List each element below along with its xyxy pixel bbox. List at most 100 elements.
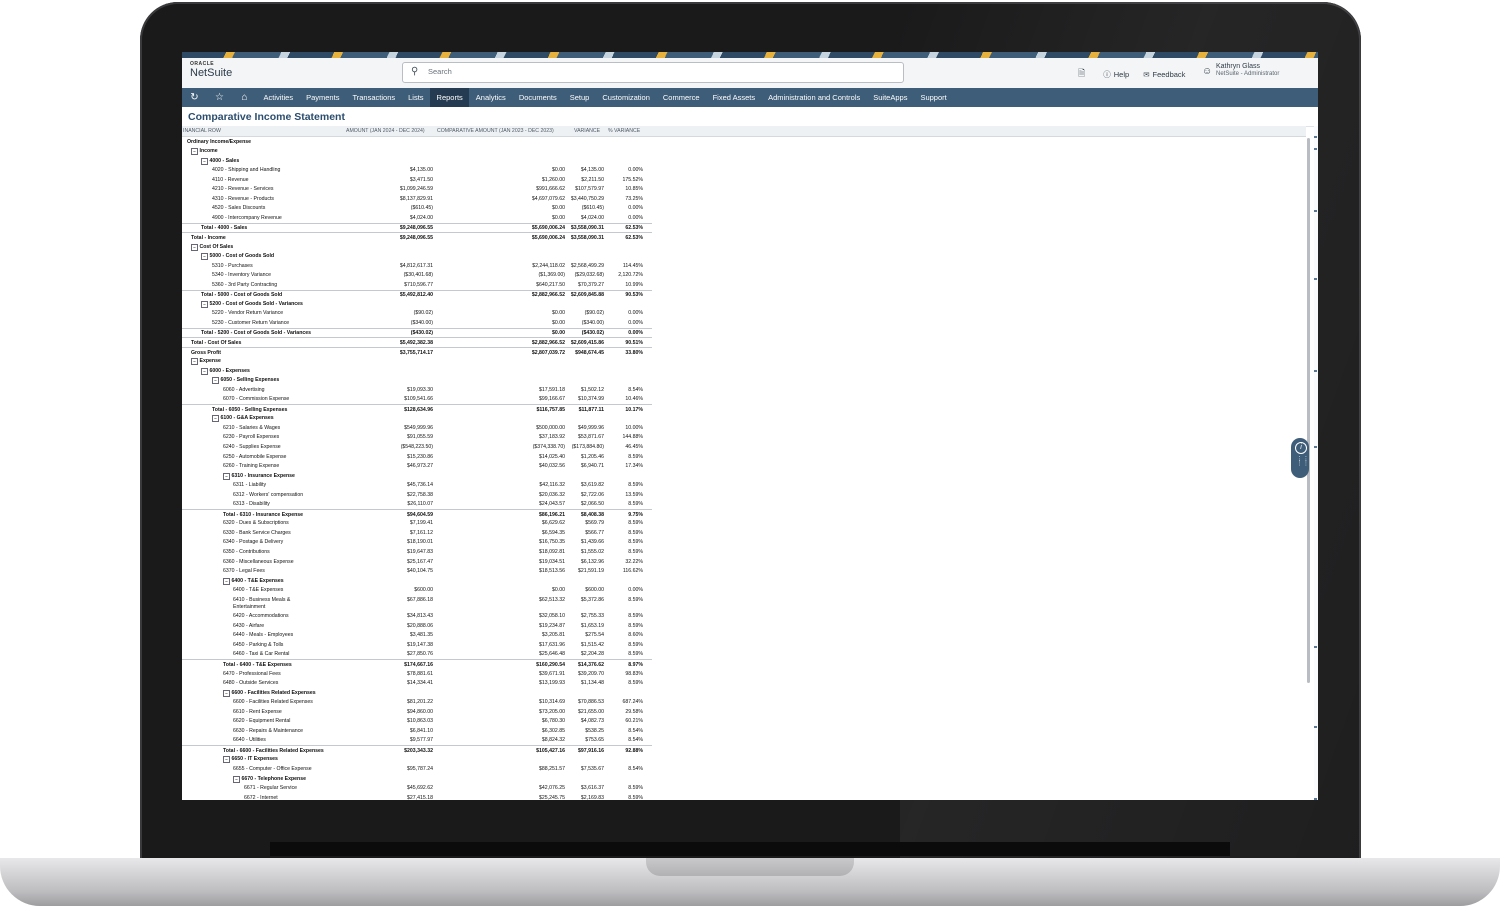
comparative-cell[interactable]: $24,043.57 [539,501,565,507]
report-row[interactable]: 6420 - Accommodations $34,813.43 $32,058.1… [182,612,652,622]
amount-cell[interactable]: $4,812,617.31 [400,263,433,269]
report-row[interactable]: 6370 - Legal Fees $40,104.75 $18,513.56 $21… [182,567,652,577]
report-row[interactable]: 6470 - Professional Fees $78,881.61 $39,67… [182,669,652,679]
amount-cell[interactable]: $26,110.07 [407,501,433,507]
amount-cell[interactable]: ($430.02) [411,330,433,336]
report-total-row[interactable]: Total - 6050 - Selling Expenses $128,634.… [182,404,652,414]
variance-cell[interactable]: ($90.02) [585,310,604,316]
amount-cell[interactable]: $40,104.75 [407,568,433,574]
variance-cell[interactable]: $3,558,090.31 [571,235,604,241]
variance-cell[interactable]: $97,916.16 [578,748,604,754]
collapse-toggle-icon[interactable]: − [191,358,198,366]
report-row[interactable]: 4110 - Revenue $3,471.50 $1,260.00 $2,211.5… [182,175,652,185]
comparative-cell[interactable]: $99,166.67 [539,396,565,402]
report-row[interactable]: 6430 - Airfare $20,888.06 $19,234.87 $1,653… [182,621,652,631]
amount-cell[interactable]: $7,199.41 [410,520,433,526]
report-scrollbar[interactable] [1307,138,1310,683]
amount-cell[interactable]: $25,167.47 [407,559,433,565]
comparative-cell[interactable]: $73,205.00 [539,709,565,715]
comparative-cell[interactable]: $13,199.93 [539,680,565,686]
comparative-cell[interactable]: $25,245.75 [539,795,565,800]
report-row[interactable]: 4310 - Revenue - Products $8,137,829.91 $4… [182,194,652,204]
report-row[interactable]: 6410 - Business Meals & Entertainment $67… [182,595,652,612]
variance-cell[interactable]: $49,999.96 [578,425,604,431]
amount-cell[interactable]: $91,055.59 [407,434,433,440]
comparative-cell[interactable]: $2,807,039.72 [532,350,565,356]
comparative-cell[interactable]: ($374,338.70) [533,444,565,450]
comparative-cell[interactable]: $500,000.00 [536,425,565,431]
variance-cell[interactable]: $53,871.67 [578,434,604,440]
comparative-cell[interactable]: $18,513.56 [539,568,565,574]
variance-cell[interactable]: $3,616.37 [581,785,604,791]
report-row[interactable]: 6320 - Dues & Subscriptions $7,199.41 $6,6… [182,519,652,529]
netsuite-logo[interactable]: ORACLE NetSuite [190,62,232,79]
comparative-cell[interactable]: $991,666.62 [536,186,565,192]
nav-item-payments[interactable]: Payments [300,88,346,107]
comparative-cell[interactable]: $6,594.35 [542,530,565,536]
comparative-cell[interactable]: $0.00 [552,167,565,173]
comparative-cell[interactable]: $40,032.56 [539,463,565,469]
report-total-row[interactable]: Total - 5200 - Cost of Goods Sold - Vari… [182,327,652,338]
variance-cell[interactable]: $70,379.27 [578,282,604,288]
amount-cell[interactable]: $19,093.30 [407,387,433,393]
comparative-cell[interactable]: $5,690,006.24 [532,225,565,231]
report-row[interactable]: 5360 - 3rd Party Contracting $710,596.77 $… [182,280,652,290]
amount-cell[interactable]: $7,161.12 [410,530,433,536]
amount-cell[interactable]: $3,471.50 [410,177,433,183]
report-row[interactable]: 6640 - Utilities $9,577.97 $8,824.32 $753.6… [182,736,652,746]
variance-cell[interactable]: $4,082.73 [581,718,604,724]
report-row[interactable]: 6610 - Rent Expense $94,860.00 $73,205.00 $… [182,707,652,717]
variance-cell[interactable]: $8,408.38 [581,512,604,518]
variance-cell[interactable]: $1,502.12 [581,387,604,393]
amount-cell[interactable]: $45,692.62 [407,785,433,791]
variance-cell[interactable]: ($430.02) [582,330,604,336]
amount-cell[interactable]: ($30,401.68) [404,272,433,278]
amount-cell[interactable]: ($90.02) [414,310,433,316]
amount-cell[interactable]: $94,604.59 [407,512,433,518]
amount-cell[interactable]: $19,147.38 [407,642,433,648]
report-row[interactable]: 6600 - Facilities Related Expenses $81,20… [182,698,652,708]
variance-cell[interactable]: $1,555.02 [581,549,604,555]
variance-cell[interactable]: $21,591.19 [578,568,604,574]
comparative-cell[interactable]: $37,183.92 [539,434,565,440]
variance-cell[interactable]: $4,024.00 [581,215,604,221]
feedback-icon[interactable]: ✉ [1143,70,1149,79]
amount-cell[interactable]: $9,248,096.55 [400,225,433,231]
comparative-cell[interactable]: $4,697,079.62 [532,196,565,202]
report-total-row[interactable]: Total - Cost Of Sales $5,492,382.38 $2,882… [182,337,652,347]
report-total-row[interactable]: Total - Income $9,248,096.55 $5,690,006.24… [182,232,652,242]
comparative-cell[interactable]: $18,092.81 [539,549,565,555]
report-row[interactable]: 6630 - Repairs & Maintenance $6,841.10 $6,… [182,726,652,736]
collapse-toggle-icon[interactable]: − [233,775,240,783]
variance-cell[interactable]: $1,515.42 [581,642,604,648]
variance-cell[interactable]: $566.77 [585,530,604,536]
variance-cell[interactable]: $6,940.71 [581,463,604,469]
report-row[interactable]: 6460 - Taxi & Car Rental $27,850.76 $25,64… [182,650,652,660]
variance-cell[interactable]: $10,374.99 [578,396,604,402]
comparative-cell[interactable]: $105,427.16 [536,748,565,754]
collapse-toggle-icon[interactable]: − [212,415,219,423]
report-row[interactable]: 6450 - Parking & Tolls $19,147.38 $17,631.… [182,640,652,650]
amount-cell[interactable]: $10,863.03 [407,718,433,724]
variance-cell[interactable]: $569.79 [585,520,604,526]
report-total-row[interactable]: Total - 6400 - T&E Expenses $174,667.16 $1… [182,659,652,669]
report-row[interactable]: 6260 - Training Expense $46,973.27 $40,032… [182,462,652,472]
report-total-row[interactable]: Gross Profit $3,755,714.17 $2,807,039.72 $9… [182,347,652,357]
variance-cell[interactable]: $2,169.83 [581,795,604,800]
comparative-cell[interactable]: $2,882,966.52 [532,340,565,346]
amount-cell[interactable]: $27,850.76 [407,651,433,657]
amount-cell[interactable]: $710,596.77 [404,282,433,288]
variance-cell[interactable]: $7,535.67 [581,766,604,772]
variance-cell[interactable]: $948,674.45 [575,350,604,356]
amount-cell[interactable]: $67,886.18 [407,597,433,603]
comparative-cell[interactable]: $14,025.40 [539,454,565,460]
amount-cell[interactable]: $19,647.83 [407,549,433,555]
report-row[interactable]: 6671 - Regular Service $45,692.62 $42,076.… [182,784,652,794]
report-row[interactable]: 6400 - T&E Expenses $600.00 $0.00 $600.00 0.… [182,586,652,596]
comparative-cell[interactable]: $6,780.30 [542,718,565,724]
amount-cell[interactable]: $8,137,829.91 [400,196,433,202]
comparative-cell[interactable]: $5,690,006.24 [532,235,565,241]
nav-item-customization[interactable]: Customization [596,88,657,107]
variance-cell[interactable]: $2,755.33 [581,613,604,619]
variance-cell[interactable]: $107,579.97 [575,186,604,192]
